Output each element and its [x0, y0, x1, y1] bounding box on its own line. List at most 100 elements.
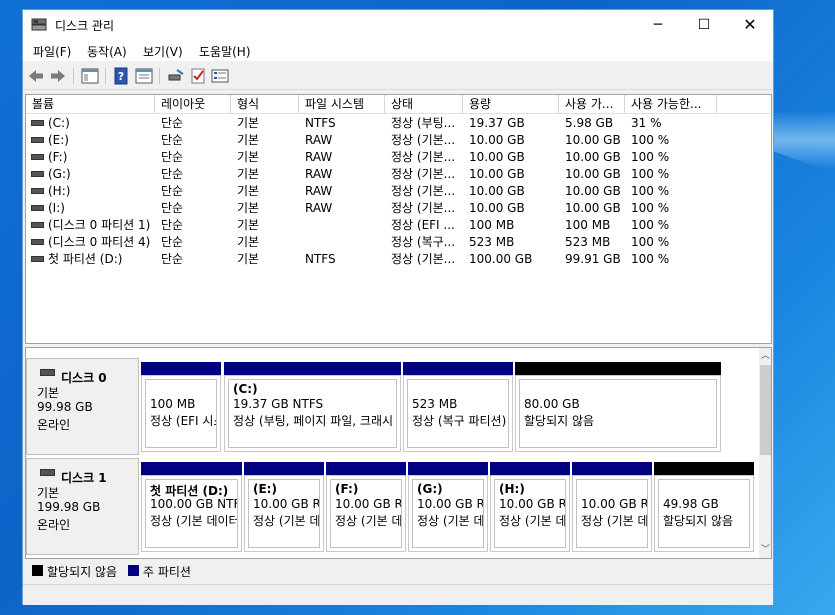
partition-block[interactable]: (E:)10.00 GB RAW 정상 (기본 데이터 파티션) [244, 462, 324, 552]
column-header-capacity[interactable]: 용량 [463, 95, 559, 113]
partition-block[interactable]: (H:)10.00 GB RAW 정상 (기본 데이터 파티션) [490, 462, 570, 552]
column-header-status[interactable]: 상태 [385, 95, 463, 113]
back-arrow-icon[interactable] [27, 67, 45, 85]
partition-block[interactable]: 첫 파티션 (D:)100.00 GB NTFS정상 (기본 데이터 파티션) [141, 462, 242, 552]
volume-row[interactable]: (디스크 0 파티션 1) 단순 기본 정상 (EFI ... 100 MB 100 MB… [26, 217, 771, 234]
disk-label-panel[interactable]: 디스크 1 기본 199.98 GB 온라인 [26, 458, 139, 555]
volume-cell: RAW [305, 201, 333, 215]
volume-row[interactable]: (G:) 단순 기본 RAW 정상 (기본... 10.00 GB 10.00 GB 100 … [26, 166, 771, 183]
legend-primary-swatch [128, 565, 139, 576]
partition-type-bar [515, 362, 721, 375]
list-view-icon[interactable] [211, 67, 229, 85]
properties-icon[interactable] [135, 67, 153, 85]
volume-row[interactable]: (디스크 0 파티션 4) 단순 기본 정상 (복구... 523 MB 523 MB 10… [26, 234, 771, 251]
volume-row[interactable]: (F:) 단순 기본 RAW 정상 (기본... 10.00 GB 10.00 GB 100 … [26, 149, 771, 166]
minimize-button[interactable]: ─ [635, 10, 681, 40]
menu-action[interactable]: 동작(A) [87, 43, 127, 60]
volume-cell: 10.00 GB [565, 201, 621, 215]
volume-row[interactable]: (E:) 단순 기본 RAW 정상 (기본... 10.00 GB 10.00 GB 100 … [26, 132, 771, 149]
unallocated-space[interactable]: 49.98 GB 할당되지 않음 [654, 462, 754, 552]
column-header-layout[interactable]: 레이아웃 [155, 95, 231, 113]
volume-cell: (디스크 0 파티션 1) [48, 218, 151, 232]
volume-cell: 100 MB [469, 218, 515, 232]
column-header-free-space[interactable]: 사용 가... [559, 95, 625, 113]
disk-management-app-icon [31, 18, 47, 31]
disk-name: 디스크 0 [61, 371, 107, 385]
partition-status: 할당되지 않음 [524, 414, 595, 428]
volume-cell: (I:) [48, 201, 65, 215]
column-header-type[interactable]: 형식 [231, 95, 299, 113]
close-button[interactable]: ✕ [727, 10, 773, 40]
partition-status: 정상 (기본 데이터 파티션) [417, 514, 484, 528]
column-header-volume[interactable]: 볼륨 [26, 95, 155, 113]
column-header-file-system[interactable]: 파일 시스템 [299, 95, 385, 113]
volume-cell: 단순 [161, 201, 184, 215]
partition-block[interactable]: 10.00 GB RAW 정상 (기본 데이터 파티션) [572, 462, 652, 552]
menu-file[interactable]: 파일(F) [33, 43, 71, 60]
partition-block[interactable]: 523 MB 정상 (복구 파티션) [403, 362, 513, 452]
unallocated-space[interactable]: 80.00 GB 할당되지 않음 [515, 362, 721, 452]
partition-size: 10.00 GB RAW [335, 497, 402, 511]
disk-management-window: 디스크 관리 ─ ☐ ✕ 파일(F) 동작(A) 보기(V) 도움말(H) ? … [22, 9, 774, 605]
partition-inner: 80.00 GB 할당되지 않음 [519, 379, 717, 448]
volume-cell: 10.00 GB [469, 133, 525, 147]
partition-type-bar [224, 362, 401, 375]
partition-type-bar [654, 462, 754, 475]
partition-body: (G:)10.00 GB RAW 정상 (기본 데이터 파티션) [408, 475, 488, 552]
volume-cell: 정상 (기본... [391, 167, 456, 181]
volume-cell: 10.00 GB [565, 184, 621, 198]
column-header-percent-free[interactable]: 사용 가능한... [625, 95, 717, 113]
partition-block[interactable]: (G:)10.00 GB RAW 정상 (기본 데이터 파티션) [408, 462, 488, 552]
scrollbar-thumb[interactable] [760, 365, 771, 455]
forward-arrow-icon[interactable] [49, 67, 67, 85]
partition-block[interactable]: (F:)10.00 GB RAW 정상 (기본 데이터 파티션) [326, 462, 406, 552]
volume-cell: (디스크 0 파티션 4) [48, 235, 151, 249]
legend-unallocated-swatch [32, 565, 43, 576]
partition-name: (G:) [417, 482, 443, 496]
partition-block[interactable]: (C:)19.37 GB NTFS 정상 (부팅, 페이지 파일, 크래시 덤프,… [224, 362, 401, 452]
partition-size: 100.00 GB NTFS [150, 497, 238, 511]
volume-row[interactable]: (H:) 단순 기본 RAW 정상 (기본... 10.00 GB 10.00 GB 100 … [26, 183, 771, 200]
volume-cell: 100 % [631, 184, 670, 198]
scroll-down-arrow-icon[interactable]: ﹀ [759, 543, 771, 557]
connect-disk-icon[interactable] [167, 67, 185, 85]
show-hide-console-tree-icon[interactable] [81, 67, 99, 85]
drive-icon [31, 120, 44, 126]
volume-row[interactable]: (I:) 단순 기본 RAW 정상 (기본... 10.00 GB 10.00 GB 100 … [26, 200, 771, 217]
volume-row[interactable]: (C:) 단순 기본 NTFS 정상 (부팅... 19.37 GB 5.98 GB 31 % [26, 115, 771, 132]
checklist-icon[interactable] [189, 67, 207, 85]
volume-cell: 기본 [237, 252, 260, 266]
menu-help[interactable]: 도움말(H) [199, 43, 251, 60]
volume-cell: 100.00 GB [469, 252, 533, 266]
volume-row[interactable]: 첫 파티션 (D:) 단순 기본 NTFS 정상 (기본... 100.00 GB 99.9… [26, 251, 771, 268]
partition-name: (H:) [499, 482, 525, 496]
legend-primary-label: 주 파티션 [143, 565, 191, 579]
volume-cell: 10.00 GB [469, 150, 525, 164]
partition-size: 80.00 GB [524, 397, 580, 411]
volume-cell: (G:) [48, 167, 71, 181]
title-bar[interactable]: 디스크 관리 ─ ☐ ✕ [23, 10, 773, 40]
volume-cell: RAW [305, 150, 333, 164]
partition-body: 100 MB 정상 (EFI 시스템 파티션) [141, 375, 221, 452]
volume-cell: 단순 [161, 218, 184, 232]
vertical-scrollbar[interactable]: ︿ ﹀ [759, 348, 771, 558]
scroll-up-arrow-icon[interactable]: ︿ [759, 349, 771, 363]
partition-status: 정상 (복구 파티션) [412, 414, 507, 428]
volume-cell: (C:) [48, 116, 70, 130]
help-icon[interactable]: ? [113, 67, 131, 85]
partition-block[interactable]: 100 MB 정상 (EFI 시스템 파티션) [141, 362, 221, 452]
maximize-button[interactable]: ☐ [681, 10, 727, 40]
drive-icon [31, 154, 44, 160]
disk-size: 199.98 GB [37, 500, 101, 514]
partition-body: 80.00 GB 할당되지 않음 [515, 375, 721, 452]
partition-status: 정상 (기본 데이터 파티션) [499, 514, 566, 528]
partition-size: 100 MB [150, 397, 196, 411]
menu-view[interactable]: 보기(V) [143, 43, 183, 60]
volume-cell: 10.00 GB [565, 150, 621, 164]
volume-cell: 기본 [237, 133, 260, 147]
volume-cell: 정상 (기본... [391, 184, 456, 198]
partition-type-bar [326, 462, 406, 475]
volume-cell: 31 % [631, 116, 662, 130]
volume-cell: 단순 [161, 150, 184, 164]
disk-label-panel[interactable]: 디스크 0 기본 99.98 GB 온라인 [26, 358, 139, 455]
